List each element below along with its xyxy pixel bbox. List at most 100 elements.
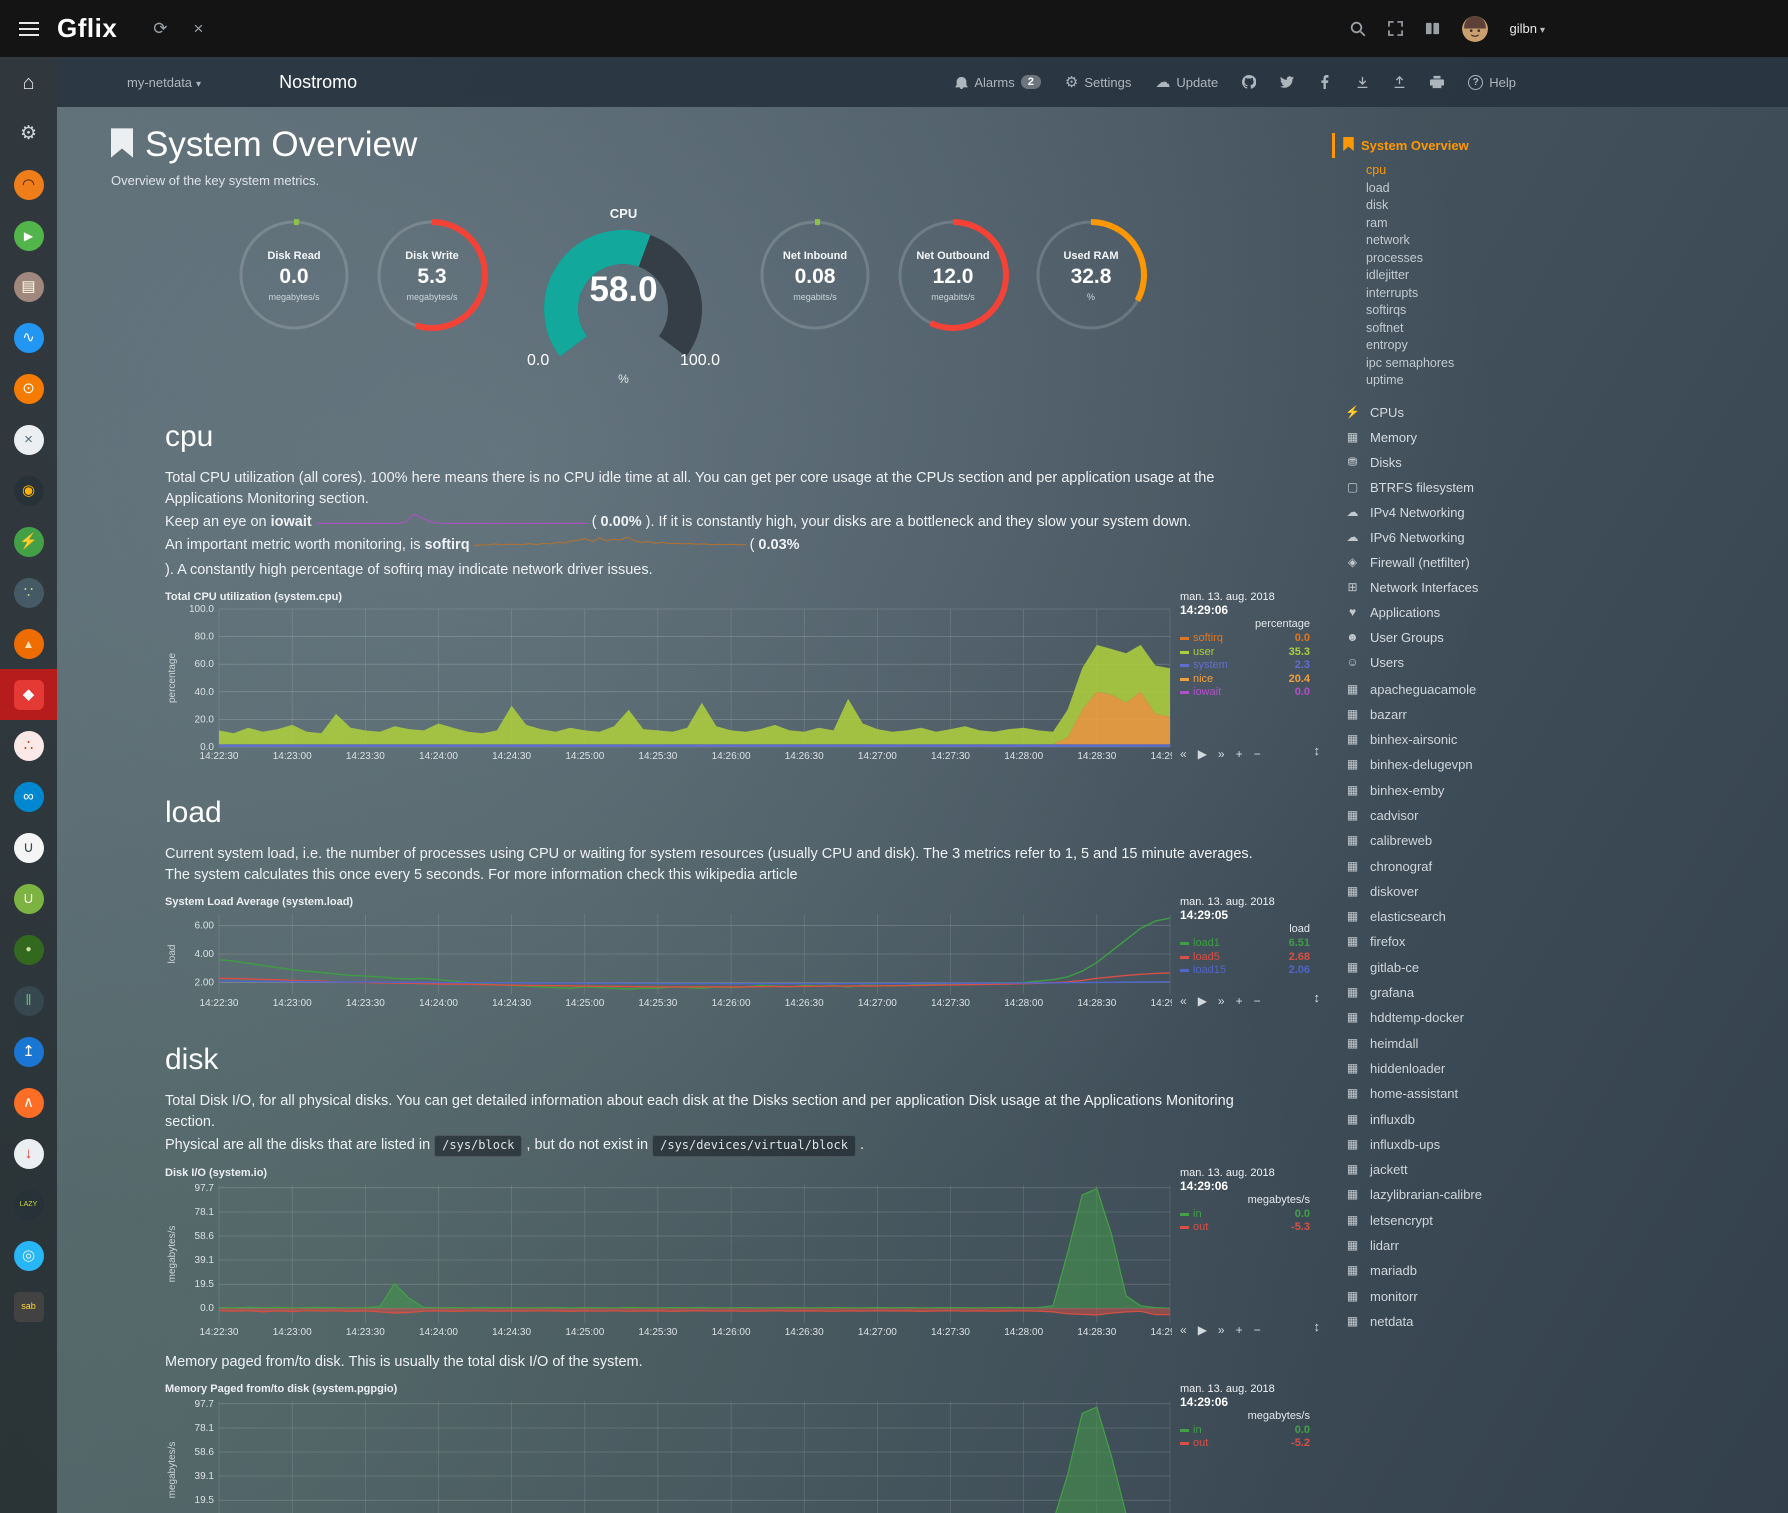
menu-section[interactable]: ☁IPv4 Networking (1344, 500, 1577, 525)
menu-section[interactable]: ▦Memory (1344, 425, 1577, 450)
menu-app-item[interactable]: grafana (1344, 980, 1577, 1005)
menu-subitem[interactable]: ipc semaphores (1366, 355, 1577, 373)
menu-subitem[interactable]: entropy (1366, 337, 1577, 355)
menu-app-item[interactable]: letsencrypt (1344, 1208, 1577, 1233)
app-shortcut[interactable]: ∧ (0, 1077, 57, 1128)
pgpgio-chart[interactable]: Memory Paged from/to disk (system.pgpgio… (165, 1383, 1314, 1513)
menu-subitem[interactable]: ram (1366, 215, 1577, 233)
menu-app-item[interactable]: bazarr (1344, 702, 1577, 727)
menu-section[interactable]: ☺Users (1344, 650, 1577, 675)
menu-subitem[interactable]: processes (1366, 250, 1577, 268)
app-shortcut[interactable]: ∵ (0, 567, 57, 618)
twitter-icon[interactable] (1280, 75, 1294, 89)
app-shortcut[interactable]: ∴ (0, 720, 57, 771)
gauge-disk-write[interactable]: Disk Write5.3megabytes/s (373, 216, 491, 334)
menu-section[interactable]: ☻User Groups (1344, 625, 1577, 650)
menu-app-item[interactable]: home-assistant (1344, 1081, 1577, 1106)
menu-app-item[interactable]: heimdall (1344, 1031, 1577, 1056)
app-shortcut[interactable]: ● (0, 924, 57, 975)
gauge-net-inbound[interactable]: Net Inbound0.08megabits/s (756, 216, 874, 334)
chart-toolbar[interactable]: «▶»+− (1180, 747, 1310, 762)
app-shortcut[interactable]: ⚙ (0, 108, 57, 159)
app-shortcut[interactable]: ▤ (0, 261, 57, 312)
menu-subitem[interactable]: idlejitter (1366, 267, 1577, 285)
print-icon[interactable] (1430, 75, 1444, 89)
menu-app-item[interactable]: binhex-airsonic (1344, 727, 1577, 752)
app-shortcut[interactable]: × (0, 414, 57, 465)
app-shortcut[interactable]: U (0, 873, 57, 924)
menu-section[interactable]: ⚡CPUs (1344, 400, 1577, 425)
menu-app-item[interactable]: apacheguacamole (1344, 677, 1577, 702)
menu-app-item[interactable]: mariadb (1344, 1258, 1577, 1283)
menu-app-item[interactable]: hddtemp-docker (1344, 1005, 1577, 1030)
gauge-net-outbound[interactable]: Net Outbound12.0megabits/s (894, 216, 1012, 334)
chart-resize-handle[interactable]: ↕ (1314, 743, 1321, 758)
tabs-icon[interactable] (1425, 21, 1440, 36)
menu-app-item[interactable]: binhex-delugevpn (1344, 752, 1577, 777)
menu-app-item[interactable]: influxdb (1344, 1107, 1577, 1132)
gauge-cpu[interactable]: CPU 58.0 0.0100.0 % (521, 206, 726, 386)
chart-resize-handle[interactable]: ↕ (1314, 1319, 1321, 1334)
app-shortcut[interactable]: LAZY (0, 1179, 57, 1230)
facebook-icon[interactable] (1318, 75, 1332, 89)
menu-app-item[interactable]: netdata (1344, 1309, 1577, 1334)
menu-app-item[interactable]: chronograf (1344, 854, 1577, 879)
menu-app-item[interactable]: jackett (1344, 1157, 1577, 1182)
chart-resize-handle[interactable]: ↕ (1314, 990, 1321, 1005)
alarms-button[interactable]: Alarms 2 (955, 75, 1041, 90)
menu-app-item[interactable]: elasticsearch (1344, 904, 1577, 929)
menu-app-item[interactable]: cadvisor (1344, 803, 1577, 828)
menu-section[interactable]: ♥Applications (1344, 600, 1577, 625)
menu-subitem[interactable]: softirqs (1366, 302, 1577, 320)
user-menu[interactable]: gilbn▾ (1510, 21, 1546, 36)
app-shortcut[interactable]: ▶ (0, 210, 57, 261)
app-shortcut[interactable]: ◎ (0, 1230, 57, 1281)
menu-subitem[interactable]: cpu (1366, 162, 1577, 180)
close-icon[interactable]: × (194, 19, 204, 39)
chart-toolbar[interactable]: «▶»+− (1180, 994, 1310, 1009)
app-shortcut[interactable]: ⌂ (0, 57, 57, 108)
app-shortcut[interactable]: ⊙ (0, 363, 57, 414)
chart-toolbar[interactable]: «▶»+− (1180, 1323, 1310, 1338)
server-dropdown[interactable]: my-netdata▾ (127, 75, 201, 90)
menu-section[interactable]: ▢BTRFS filesystem (1344, 475, 1577, 500)
menu-subitem[interactable]: disk (1366, 197, 1577, 215)
gauge-used-ram[interactable]: Used RAM32.8% (1032, 216, 1150, 334)
menu-section[interactable]: ⊞Network Interfaces (1344, 575, 1577, 600)
app-shortcut[interactable]: ∿ (0, 312, 57, 363)
update-button[interactable]: ☁Update (1155, 73, 1218, 91)
menu-section[interactable]: ◈Firewall (netfilter) (1344, 550, 1577, 575)
menu-app-item[interactable]: influxdb-ups (1344, 1132, 1577, 1157)
menu-app-item[interactable]: firefox (1344, 929, 1577, 954)
app-shortcut[interactable]: ◆ (0, 669, 57, 720)
menu-subitem[interactable]: interrupts (1366, 285, 1577, 303)
disk-io-chart-plot[interactable]: 0.019.539.158.678.197.714:22:3014:23:001… (165, 1180, 1172, 1338)
download-icon[interactable] (1356, 76, 1369, 89)
help-button[interactable]: ?Help (1468, 75, 1516, 90)
avatar[interactable] (1462, 16, 1488, 42)
menu-subitem[interactable]: load (1366, 180, 1577, 198)
menu-app-item[interactable]: binhex-emby (1344, 778, 1577, 803)
app-shortcut[interactable]: ‖ (0, 975, 57, 1026)
menu-subitem[interactable]: softnet (1366, 320, 1577, 338)
disk-io-chart[interactable]: Disk I/O (system.io) 0.019.539.158.678.1… (165, 1167, 1314, 1338)
load-chart[interactable]: System Load Average (system.load) 2.004.… (165, 896, 1314, 1009)
settings-button[interactable]: ⚙Settings (1065, 73, 1131, 91)
menu-section[interactable]: ☁IPv6 Networking (1344, 525, 1577, 550)
menu-app-item[interactable]: diskover (1344, 879, 1577, 904)
app-shortcut[interactable]: ∪ (0, 822, 57, 873)
menu-section[interactable]: ⛃Disks (1344, 450, 1577, 475)
app-shortcut[interactable]: ⚡ (0, 516, 57, 567)
load-chart-plot[interactable]: 2.004.006.0014:22:3014:23:0014:23:3014:2… (165, 909, 1172, 1009)
app-shortcut[interactable]: ∞ (0, 771, 57, 822)
menu-app-item[interactable]: lazylibrarian-calibre (1344, 1182, 1577, 1207)
app-shortcut[interactable]: ▲ (0, 618, 57, 669)
fullscreen-icon[interactable] (1388, 21, 1403, 36)
menu-app-item[interactable]: calibreweb (1344, 828, 1577, 853)
hamburger-menu-icon[interactable] (0, 22, 57, 36)
gauge-disk-read[interactable]: Disk Read0.0megabytes/s (235, 216, 353, 334)
menu-subitem[interactable]: uptime (1366, 372, 1577, 390)
upload-icon[interactable] (1393, 76, 1406, 89)
cpu-chart[interactable]: Total CPU utilization (system.cpu) 0.020… (165, 591, 1314, 762)
app-shortcut[interactable]: ↓ (0, 1128, 57, 1179)
